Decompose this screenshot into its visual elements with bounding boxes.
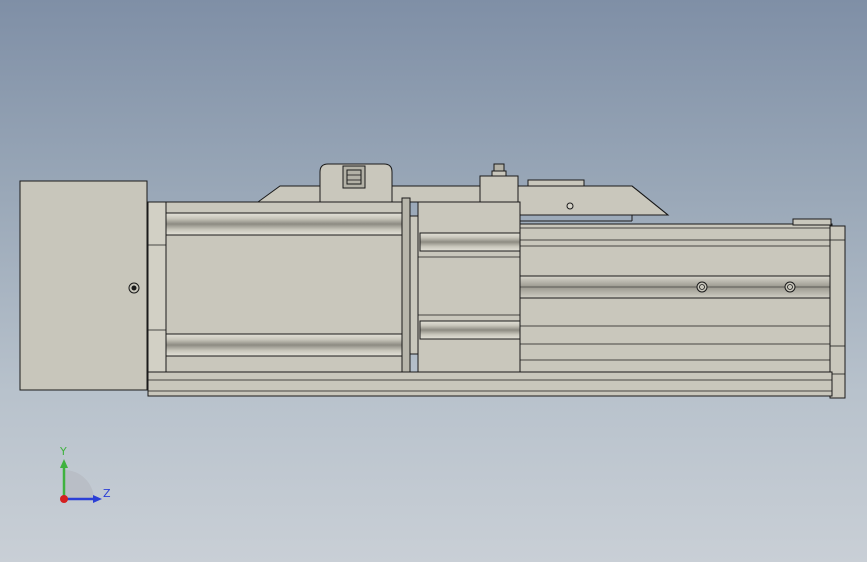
top-fitting <box>479 163 519 203</box>
motor-flange <box>401 197 419 377</box>
base-plate <box>147 371 833 397</box>
actuator-body <box>519 218 833 373</box>
x-axis-dot-icon <box>60 495 68 503</box>
3d-viewport[interactable]: Y Z <box>0 0 867 562</box>
motor-body <box>147 201 405 373</box>
z-axis-arrowhead-icon <box>93 495 102 503</box>
y-axis-arrowhead-icon <box>60 459 68 468</box>
motor-rear-cover <box>19 180 148 391</box>
y-axis-label: Y <box>59 445 67 458</box>
triad-plane-icon <box>64 470 94 499</box>
orientation-triad[interactable]: Y Z <box>59 445 111 503</box>
z-axis-label: Z <box>103 487 111 500</box>
connector-box <box>319 163 393 203</box>
coupling-housing <box>417 201 521 373</box>
